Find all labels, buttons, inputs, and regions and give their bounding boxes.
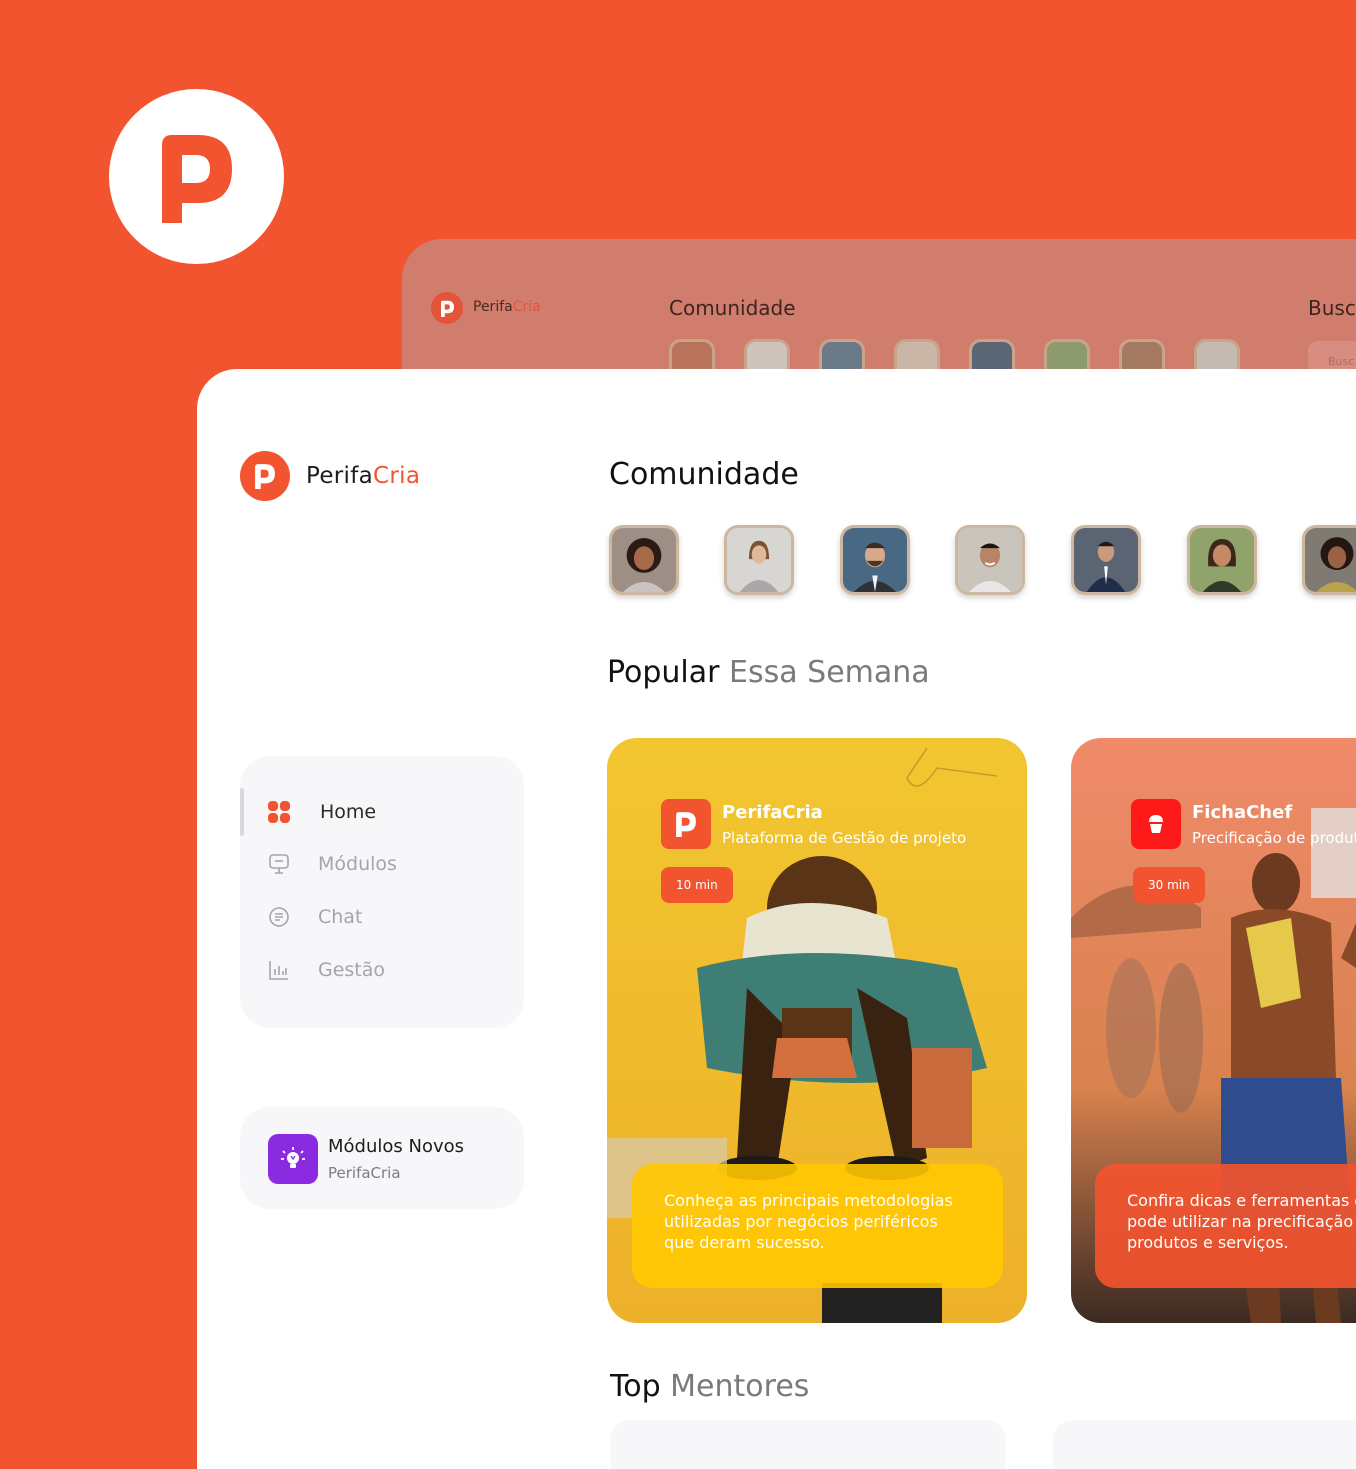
- person-photo: [612, 528, 676, 592]
- sidebar-item-label: Chat: [318, 906, 363, 928]
- monitor-icon: [267, 852, 291, 876]
- person-photo: [727, 528, 791, 592]
- person-photo: [1190, 528, 1254, 592]
- duration-badge: 30 min: [1133, 867, 1205, 903]
- course-card[interactable]: FichaChef Precificação de produtos 30 mi…: [1071, 738, 1356, 1323]
- card-description: Conheça as principais metodologias utili…: [632, 1164, 1003, 1288]
- sidebar-item-label: Gestão: [318, 959, 386, 981]
- app-description: Precificação de produtos: [1192, 829, 1356, 847]
- mentors-title: Top Mentores: [610, 1369, 809, 1404]
- app-icon: [661, 799, 711, 849]
- brand-logo-small: [431, 292, 463, 324]
- lightbulb-icon: [268, 1134, 318, 1184]
- mentors-title-main: Top: [610, 1369, 661, 1404]
- person-photo: [1074, 528, 1138, 592]
- popular-title-sub: Essa Semana: [729, 655, 930, 690]
- duration-badge: 10 min: [661, 867, 733, 903]
- sidebar-item-label: Módulos: [318, 853, 397, 875]
- sidebar-nav: Home Módulos Chat Gestão: [240, 756, 524, 1028]
- avatar[interactable]: [1071, 525, 1141, 595]
- search-title: Busca: [1308, 296, 1356, 320]
- popular-title: Popular Essa Semana: [607, 655, 930, 690]
- p-logo-icon: [440, 300, 454, 317]
- brand-name-part2: Cria: [512, 299, 541, 315]
- grid-icon: [267, 800, 291, 824]
- community-title: Comunidade: [609, 457, 799, 492]
- avatar[interactable]: [955, 525, 1025, 595]
- promo-subtitle: PerifaCria: [328, 1164, 401, 1182]
- person-photo: [1305, 528, 1356, 592]
- p-logo-icon: [676, 812, 696, 837]
- sidebar-item-home[interactable]: Home: [240, 788, 524, 836]
- avatar[interactable]: [609, 525, 679, 595]
- course-card[interactable]: PerifaCria Plataforma de Gestão de proje…: [607, 738, 1027, 1323]
- main-window: PerifaCria Home Módulos Chat Gestão Módu…: [197, 369, 1356, 1469]
- brand-name: PerifaCria: [473, 299, 541, 315]
- mentors-title-sub: Mentores: [670, 1369, 810, 1404]
- brand-logo: [240, 451, 290, 501]
- person-photo: [843, 528, 907, 592]
- app-name: PerifaCria: [722, 802, 823, 823]
- p-logo-icon: [161, 134, 232, 223]
- brand-name-part1: Perifa: [306, 463, 374, 489]
- brand-name-part1: Perifa: [473, 299, 513, 315]
- avatar[interactable]: [1302, 525, 1356, 595]
- brand-name: PerifaCria: [306, 463, 420, 489]
- section-title: Comunidade: [669, 296, 796, 320]
- app-description: Plataforma de Gestão de projeto: [722, 829, 967, 847]
- sidebar-item-label: Home: [320, 801, 377, 823]
- chart-icon: [267, 958, 291, 982]
- active-indicator: [240, 788, 244, 836]
- brand-name-part2: Cria: [373, 463, 421, 489]
- new-modules-card[interactable]: Módulos Novos PerifaCria: [240, 1107, 524, 1209]
- sidebar-item-modulos[interactable]: Módulos: [240, 844, 524, 884]
- popular-title-main: Popular: [607, 655, 720, 690]
- sidebar-item-gestao[interactable]: Gestão: [240, 950, 524, 990]
- chat-icon: [267, 905, 291, 929]
- app-icon: [1131, 799, 1181, 849]
- mentor-card[interactable]: [610, 1420, 1006, 1469]
- avatar[interactable]: [724, 525, 794, 595]
- app-logo-large: [109, 89, 284, 264]
- app-name: FichaChef: [1192, 802, 1293, 823]
- mentor-card[interactable]: [1053, 1420, 1356, 1469]
- person-photo: [958, 528, 1022, 592]
- card-description: Confira dicas e ferramentas que você pod…: [1095, 1164, 1356, 1288]
- cupcake-icon: [1149, 815, 1163, 833]
- p-logo-icon: [255, 464, 275, 489]
- sidebar-item-chat[interactable]: Chat: [240, 897, 524, 937]
- brand-header[interactable]: PerifaCria: [240, 451, 420, 501]
- avatar[interactable]: [840, 525, 910, 595]
- avatar[interactable]: [1187, 525, 1257, 595]
- promo-title: Módulos Novos: [328, 1136, 465, 1157]
